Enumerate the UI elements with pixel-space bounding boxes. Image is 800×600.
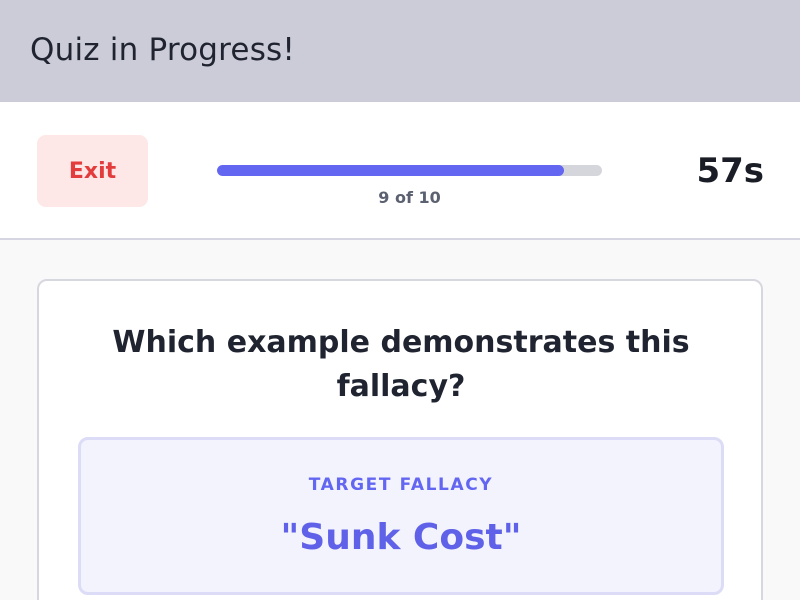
progress-label: 9 of 10: [378, 188, 441, 207]
progress-bar: [217, 165, 602, 176]
target-fallacy-value: "Sunk Cost": [280, 517, 522, 558]
target-fallacy-box: TARGET FALLACY "Sunk Cost": [78, 437, 724, 595]
page-title: Quiz in Progress!: [30, 32, 296, 68]
question-text: Which example demonstrates this fallacy?: [112, 325, 690, 404]
progress-bar-fill: [217, 165, 564, 176]
exit-button[interactable]: Exit: [37, 135, 148, 207]
app-header: Quiz in Progress!: [0, 0, 800, 102]
question-card: Which example demonstrates this fallacy?…: [37, 279, 763, 600]
target-fallacy-label: TARGET FALLACY: [308, 475, 494, 495]
quiz-status-bar: Exit 9 of 10 57s: [0, 102, 800, 240]
timer: 57s: [696, 151, 764, 191]
